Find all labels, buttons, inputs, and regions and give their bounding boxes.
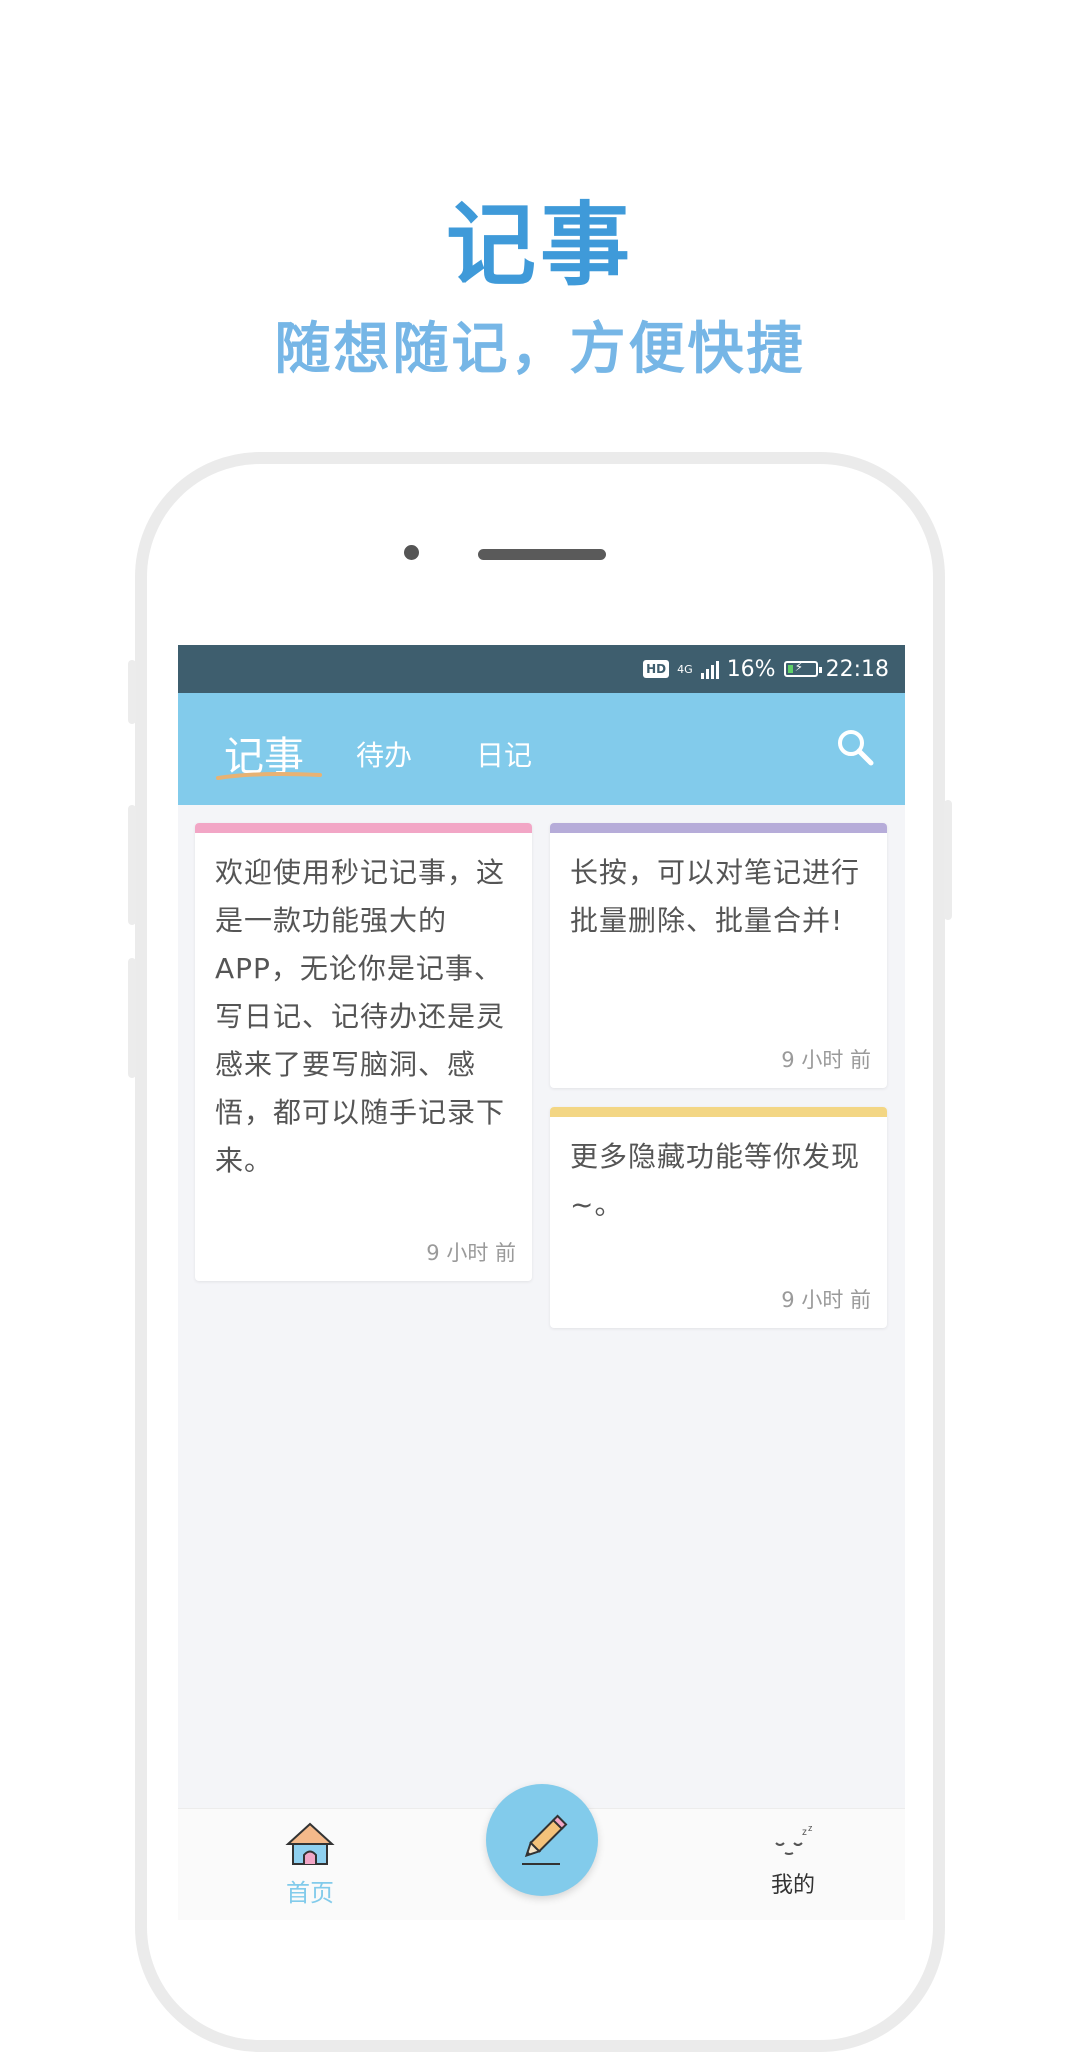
nav-mine[interactable]: z z 我的 (758, 1823, 828, 1899)
note-color-bar (195, 823, 532, 833)
note-card[interactable]: 更多隐藏功能等你发现~。 9 小时 前 (550, 1107, 887, 1328)
earpiece-speaker (478, 549, 606, 560)
nav-home[interactable]: 首页 (275, 1821, 345, 1908)
pencil-icon (522, 1814, 568, 1865)
promo-title: 记事 (446, 193, 634, 298)
signal-icon (700, 659, 719, 679)
note-card[interactable]: 欢迎使用秒记记事，这是一款功能强大的APP，无论你是记事、写日记、记待办还是灵感… (195, 823, 532, 1281)
note-text: 更多隐藏功能等你发现~。 (570, 1140, 861, 1221)
search-icon[interactable] (835, 727, 875, 767)
app-screen: HD 4G 16% ⚡ 22:18 记事 待办 日记 欢迎使用秒记记事，这是一款… (178, 645, 905, 1920)
note-color-bar (550, 1107, 887, 1117)
front-camera (404, 545, 419, 560)
svg-text:z: z (802, 1827, 807, 1838)
hd-icon: HD (643, 660, 670, 678)
note-text: 长按，可以对笔记进行批量删除、批量合并! (570, 856, 861, 937)
tab-todo[interactable]: 待办 (356, 734, 412, 774)
note-time: 9 小时 前 (781, 1048, 871, 1072)
battery-charging-icon: ⚡ (783, 660, 822, 677)
network-type: 4G (677, 662, 693, 676)
house-icon (285, 1822, 335, 1865)
tab-diary[interactable]: 日记 (476, 734, 532, 774)
phone-volume-button (128, 660, 136, 724)
phone-volume-button (128, 805, 136, 925)
nav-home-label: 首页 (286, 1879, 334, 1907)
note-time: 9 小时 前 (781, 1288, 871, 1312)
battery-percent: 16% (726, 656, 776, 682)
note-card[interactable]: 长按，可以对笔记进行批量删除、批量合并! 9 小时 前 (550, 823, 887, 1088)
sleeping-face-icon: z z (775, 1823, 813, 1855)
phone-volume-button (128, 958, 136, 1078)
promo-subtitle: 随想随记，方便快捷 (274, 317, 806, 382)
note-text: 欢迎使用秒记记事，这是一款功能强大的APP，无论你是记事、写日记、记待办还是灵感… (215, 856, 506, 1177)
phone-power-button (944, 800, 952, 920)
note-time: 9 小时 前 (426, 1241, 516, 1265)
app-bar: 记事 待办 日记 (178, 693, 905, 805)
nav-mine-label: 我的 (770, 1873, 815, 1898)
svg-text:z: z (808, 1823, 813, 1833)
note-color-bar (550, 823, 887, 833)
active-tab-underline (216, 772, 322, 780)
status-time: 22:18 (825, 656, 889, 682)
status-bar: HD 4G 16% ⚡ 22:18 (178, 645, 905, 693)
new-note-button[interactable] (486, 1784, 598, 1896)
